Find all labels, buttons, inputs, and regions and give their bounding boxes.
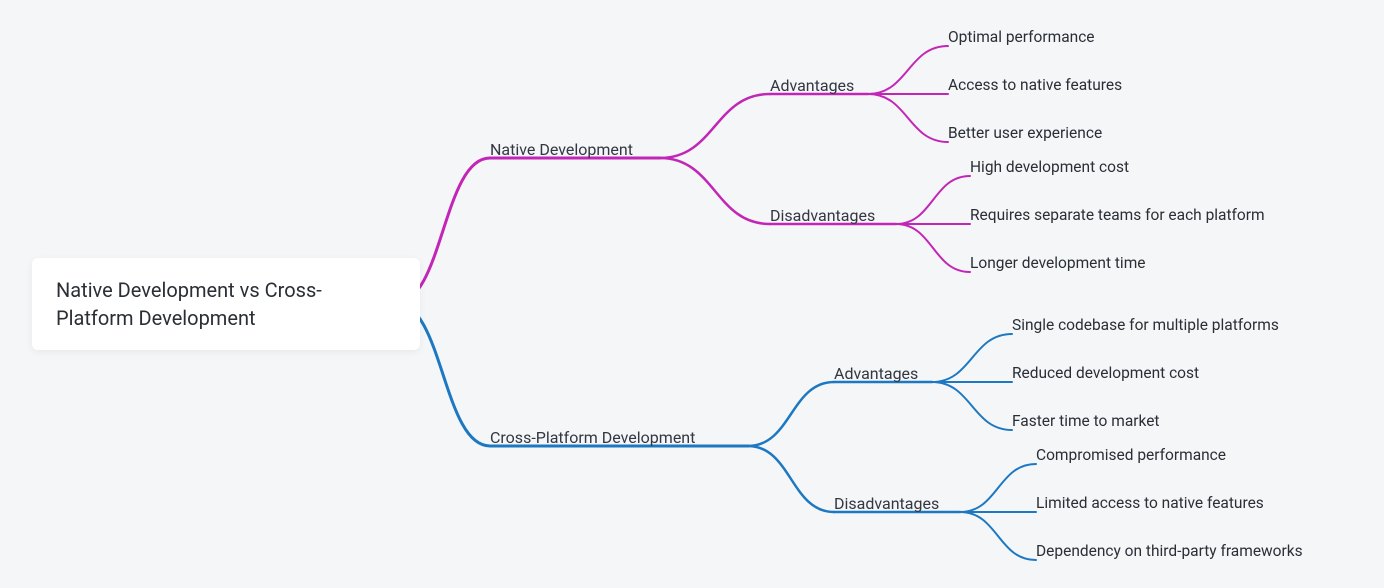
leaf-native-dis-1: Requires separate teams for each platfor…	[970, 208, 1265, 224]
leaf-cross-dis-2: Dependency on third-party frameworks	[1036, 544, 1303, 560]
leaf-native-adv-2: Better user experience	[948, 126, 1102, 142]
branch-cross-advantages: Advantages	[834, 366, 918, 382]
leaf-cross-adv-0: Single codebase for multiple platforms	[1012, 318, 1279, 334]
branch-native-advantages: Advantages	[770, 78, 854, 94]
root-label: Native Development vs Cross-Platform Dev…	[56, 276, 396, 332]
leaf-cross-dis-1: Limited access to native features	[1036, 496, 1264, 512]
branch-cross: Cross-Platform Development	[490, 430, 695, 446]
leaf-cross-adv-1: Reduced development cost	[1012, 366, 1199, 382]
leaf-cross-adv-2: Faster time to market	[1012, 414, 1160, 430]
root-node: Native Development vs Cross-Platform Dev…	[32, 258, 420, 350]
branch-native-disadvantages: Disadvantages	[770, 208, 875, 224]
leaf-native-adv-0: Optimal performance	[948, 30, 1095, 46]
leaf-native-dis-0: High development cost	[970, 160, 1129, 176]
leaf-cross-dis-0: Compromised performance	[1036, 448, 1226, 464]
branch-native: Native Development	[490, 142, 633, 158]
leaf-native-dis-2: Longer development time	[970, 256, 1146, 272]
branch-cross-disadvantages: Disadvantages	[834, 496, 939, 512]
leaf-native-adv-1: Access to native features	[948, 78, 1122, 94]
